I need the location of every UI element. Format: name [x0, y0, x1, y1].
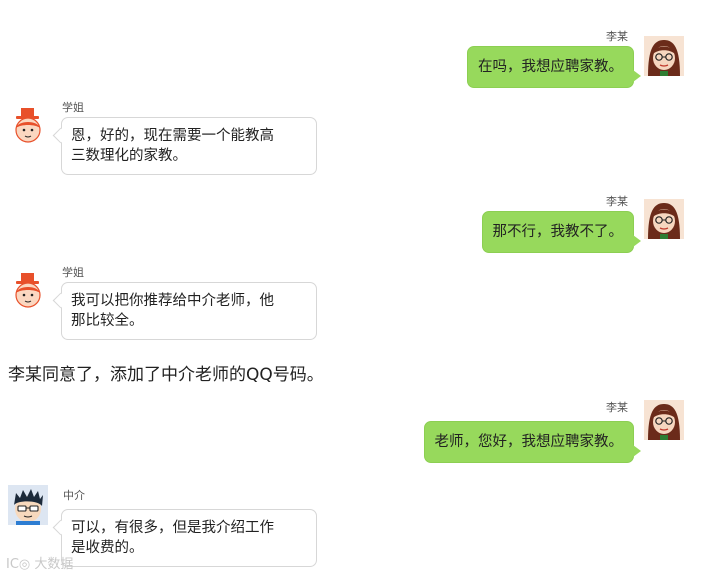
- watermark-text: 大数据: [34, 557, 74, 572]
- message-bubble-outgoing[interactable]: 那不行，我教不了。: [481, 211, 641, 253]
- red-hat-girl-avatar-icon[interactable]: [10, 106, 50, 146]
- message-bubble-outgoing[interactable]: 老师，您好，我想应聘家教。: [423, 421, 641, 463]
- message-bubble-outgoing[interactable]: 在吗，我想应聘家教。: [467, 46, 641, 88]
- female-avatar-icon[interactable]: [644, 400, 684, 440]
- female-avatar-icon[interactable]: [644, 199, 684, 239]
- message-bubble-incoming[interactable]: 我可以把你推荐给中介老师，他 那比较全。: [61, 282, 317, 340]
- sender-name: 学姐: [62, 266, 84, 279]
- female-avatar-icon[interactable]: [644, 36, 684, 76]
- narration-text: 李某同意了，添加了中介老师的QQ号码。: [8, 365, 324, 385]
- sender-name: 李某: [606, 195, 628, 208]
- sender-name: 李某: [606, 401, 628, 414]
- message-bubble-incoming[interactable]: 可以，有很多，但是我介绍工作 是收费的。: [61, 509, 317, 567]
- boy-avatar-icon[interactable]: [8, 485, 48, 525]
- message-bubble-incoming[interactable]: 恩，好的，现在需要一个能教高 三数理化的家教。: [61, 117, 317, 175]
- sender-name: 李某: [606, 30, 628, 43]
- watermark-icon: IC◎: [6, 557, 35, 572]
- red-hat-girl-avatar-icon[interactable]: [10, 271, 50, 311]
- chat-page: 李某 在吗，我想应聘家教。 学姐 恩，好的，现在需要一个能教高 三数理化的家教。: [0, 0, 714, 578]
- sender-name: 学姐: [62, 101, 84, 114]
- watermark-logo: IC◎ 大数据: [6, 553, 73, 572]
- sender-name: 中介: [63, 489, 85, 502]
